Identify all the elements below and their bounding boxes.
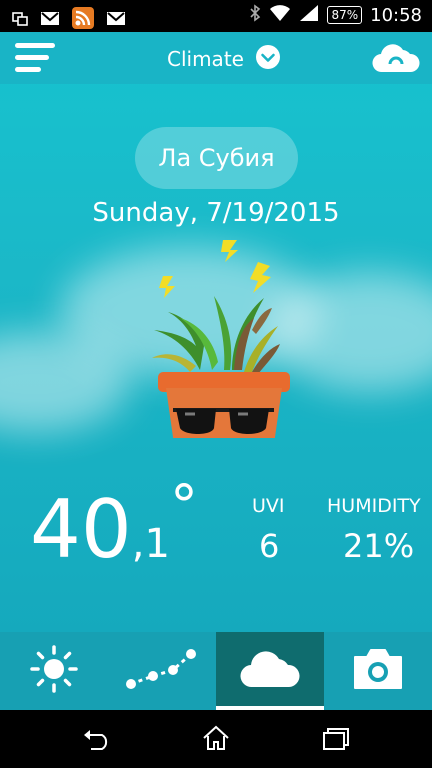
temperature-integer: 40: [30, 483, 132, 576]
bluetooth-icon: [249, 4, 261, 26]
cloud-sync-icon[interactable]: [372, 42, 420, 78]
recent-apps-icon[interactable]: [322, 727, 350, 755]
bottom-tab-bar: [0, 632, 432, 710]
humidity-label: HUMIDITY: [327, 495, 421, 517]
uvi-label: UVI: [252, 495, 285, 517]
uvi-value: 6: [259, 527, 280, 565]
tab-camera[interactable]: [324, 632, 432, 710]
back-icon[interactable]: [82, 727, 110, 755]
cloud-icon: [239, 649, 301, 693]
status-time: 10:58: [370, 4, 422, 26]
temperature-decimal: ,1: [131, 521, 170, 567]
tab-sun[interactable]: [0, 632, 108, 710]
wifi-icon: [269, 4, 291, 26]
tab-trend[interactable]: [108, 632, 216, 710]
chevron-down-icon: [255, 45, 280, 73]
header-title: Climate: [167, 47, 244, 71]
rss-app-icon: [72, 7, 94, 33]
humidity-value: 21%: [343, 527, 415, 565]
menu-icon[interactable]: [15, 41, 57, 79]
tab-cloud[interactable]: [216, 632, 324, 710]
top-bar: Climate: [0, 32, 432, 84]
plant-pot-illustration: [140, 238, 300, 458]
climate-dropdown[interactable]: Climate: [167, 45, 280, 73]
status-bar: 87% 10:58: [0, 0, 432, 32]
battery-indicator: 87%: [327, 6, 363, 24]
system-navigation-bar: [0, 710, 432, 768]
temperature-display: 40,1°: [30, 479, 198, 570]
camera-icon: [351, 647, 405, 695]
multi-window-icon: [12, 11, 28, 30]
trend-icon: [125, 646, 199, 696]
gmail-icon-2: [106, 11, 126, 30]
location-button[interactable]: Ла Субия: [135, 127, 298, 189]
signal-icon: [299, 4, 319, 26]
home-icon[interactable]: [202, 725, 230, 755]
temperature-unit: °: [169, 474, 198, 539]
gmail-icon: [40, 11, 60, 30]
app-screen: Climate Ла Субия Sunday, 7/19/2015 40,1°…: [0, 32, 432, 632]
date-label: Sunday, 7/19/2015: [92, 198, 340, 228]
sun-icon: [29, 644, 79, 698]
